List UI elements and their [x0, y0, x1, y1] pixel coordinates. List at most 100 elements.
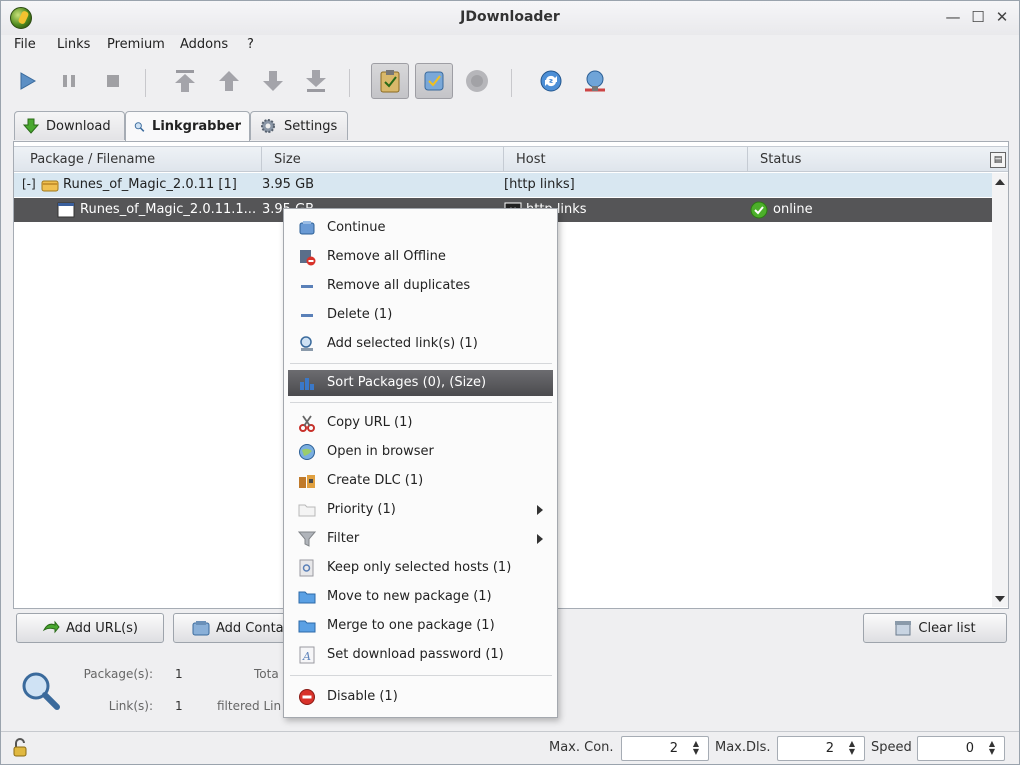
minus-icon	[301, 285, 313, 288]
menu-item-set-download-password[interactable]: A Set download password (1)	[288, 642, 553, 668]
add-container-button[interactable]: Add Conta	[173, 613, 293, 643]
update-button[interactable]	[579, 65, 611, 97]
toolbar-separator	[349, 69, 350, 97]
tab-settings-label: Settings	[284, 118, 338, 134]
menu-item-copy-url[interactable]: Copy URL (1)	[288, 410, 553, 436]
toolbar-separator	[145, 69, 146, 97]
tab-linkgrabber[interactable]: Linkgrabber	[125, 111, 250, 141]
password-icon: A	[299, 646, 315, 664]
tab-download[interactable]: Download	[14, 111, 125, 140]
menu-links[interactable]: Links	[57, 37, 90, 52]
reconnect-toggle[interactable]	[415, 63, 453, 99]
scissors-icon	[299, 415, 315, 432]
move-bottom-icon	[306, 70, 326, 92]
table-header: Package / Filename Size Host Status ▤	[14, 146, 1008, 172]
gear-icon	[261, 119, 275, 133]
submenu-arrow-icon	[537, 534, 543, 544]
column-header-size[interactable]: Size	[274, 152, 301, 167]
table-scrollbar[interactable]	[992, 173, 1008, 607]
remove-offline-icon	[300, 250, 316, 266]
max-connections-value: 2	[669, 741, 678, 756]
menu-item-add-selected-links[interactable]: Add selected link(s) (1)	[288, 331, 553, 357]
expand-toggle[interactable]: [-]	[22, 177, 36, 191]
links-value: 1	[175, 699, 183, 713]
close-button[interactable]: ✕	[992, 7, 1012, 27]
spinner-arrows-icon[interactable]: ▲ ▼	[985, 740, 999, 758]
menu-item-move-to-new-package[interactable]: Move to new package (1)	[288, 584, 553, 610]
column-header-status[interactable]: Status	[760, 152, 801, 167]
menu-item-create-dlc[interactable]: Create DLC (1)	[288, 468, 553, 494]
move-top-button[interactable]	[169, 65, 201, 97]
refresh-button[interactable]	[535, 65, 567, 97]
linkgrabber-large-icon	[22, 672, 60, 710]
menu-item-delete[interactable]: Delete (1)	[288, 302, 553, 328]
max-connections-label: Max. Con.	[549, 740, 614, 755]
play-icon	[20, 72, 37, 90]
pause-icon	[63, 75, 75, 87]
stop-button[interactable]	[97, 65, 129, 97]
menu-item-keep-selected-hosts[interactable]: Keep only selected hosts (1)	[288, 555, 553, 581]
menu-separator	[290, 402, 552, 403]
column-chooser-icon[interactable]: ▤	[990, 152, 1006, 168]
column-header-host[interactable]: Host	[516, 152, 546, 167]
scroll-up-icon[interactable]	[995, 179, 1005, 185]
minus-icon	[301, 314, 313, 317]
speed-spinner[interactable]: 0 ▲ ▼	[917, 736, 1005, 761]
menu-item-filter[interactable]: Filter	[288, 526, 553, 552]
toolbar-separator	[511, 69, 512, 97]
move-up-button[interactable]	[213, 65, 245, 97]
column-divider	[747, 147, 748, 172]
maximize-button[interactable]: ☐	[968, 7, 988, 27]
add-urls-button[interactable]: Add URL(s)	[16, 613, 164, 643]
menu-help[interactable]: ?	[247, 37, 254, 52]
scroll-down-icon[interactable]	[995, 596, 1005, 602]
column-divider	[261, 147, 262, 172]
download-arrow-icon	[23, 118, 39, 134]
spinner-arrows-icon[interactable]: ▲ ▼	[845, 740, 859, 758]
minimize-button[interactable]: —	[943, 7, 963, 27]
submenu-arrow-icon	[537, 505, 543, 515]
menu-bar: File Links Premium Addons ?	[1, 35, 1019, 57]
menu-item-disable[interactable]: Disable (1)	[288, 684, 553, 710]
table-row-package[interactable]: [-] Runes_of_Magic_2.0.11 [1] 3.95 GB [h…	[14, 173, 992, 197]
title-bar: JDownloader — ☐ ✕	[1, 1, 1019, 35]
globe-icon	[299, 444, 315, 460]
file-status: online	[773, 202, 813, 217]
update-icon	[585, 70, 605, 92]
menu-item-open-in-browser[interactable]: Open in browser	[288, 439, 553, 465]
package-icon	[41, 180, 59, 192]
menu-item-merge-to-one-package[interactable]: Merge to one package (1)	[288, 613, 553, 639]
menu-item-sort-packages[interactable]: Sort Packages (0), (Size)	[288, 370, 553, 396]
premium-icon	[466, 70, 488, 92]
premium-toggle[interactable]	[461, 65, 493, 97]
app-window: JDownloader — ☐ ✕ File Links Premium Add…	[0, 0, 1020, 765]
context-menu: Continue Remove all Offline Remove all d…	[283, 208, 558, 718]
clipboard-observer-toggle[interactable]	[371, 63, 409, 99]
sort-icon	[300, 378, 314, 390]
menu-item-remove-duplicates[interactable]: Remove all duplicates	[288, 273, 553, 299]
move-down-icon	[263, 71, 283, 91]
menu-addons[interactable]: Addons	[180, 37, 228, 52]
lock-icon[interactable]	[11, 738, 29, 758]
start-button[interactable]	[11, 65, 43, 97]
menu-item-priority[interactable]: Priority (1)	[288, 497, 553, 523]
column-header-filename[interactable]: Package / Filename	[30, 152, 155, 167]
pause-button[interactable]	[53, 65, 85, 97]
window-title: JDownloader	[460, 9, 560, 25]
menu-premium[interactable]: Premium	[107, 37, 165, 52]
menu-file[interactable]: File	[14, 37, 36, 52]
tab-settings[interactable]: Settings	[250, 111, 348, 140]
toolbar	[1, 59, 1019, 105]
menu-item-continue[interactable]: Continue	[288, 215, 553, 241]
move-down-button[interactable]	[257, 65, 289, 97]
max-downloads-spinner[interactable]: 2 ▲ ▼	[777, 736, 865, 761]
move-top-icon	[175, 70, 195, 92]
clear-list-button[interactable]: Clear list	[863, 613, 1007, 643]
spinner-arrows-icon[interactable]: ▲ ▼	[689, 740, 703, 758]
menu-item-remove-offline[interactable]: Remove all Offline	[288, 244, 553, 270]
max-connections-spinner[interactable]: 2 ▲ ▼	[621, 736, 709, 761]
folder-icon	[298, 620, 316, 633]
column-divider	[503, 147, 504, 172]
move-bottom-button[interactable]	[300, 65, 332, 97]
folder-icon	[298, 591, 316, 604]
